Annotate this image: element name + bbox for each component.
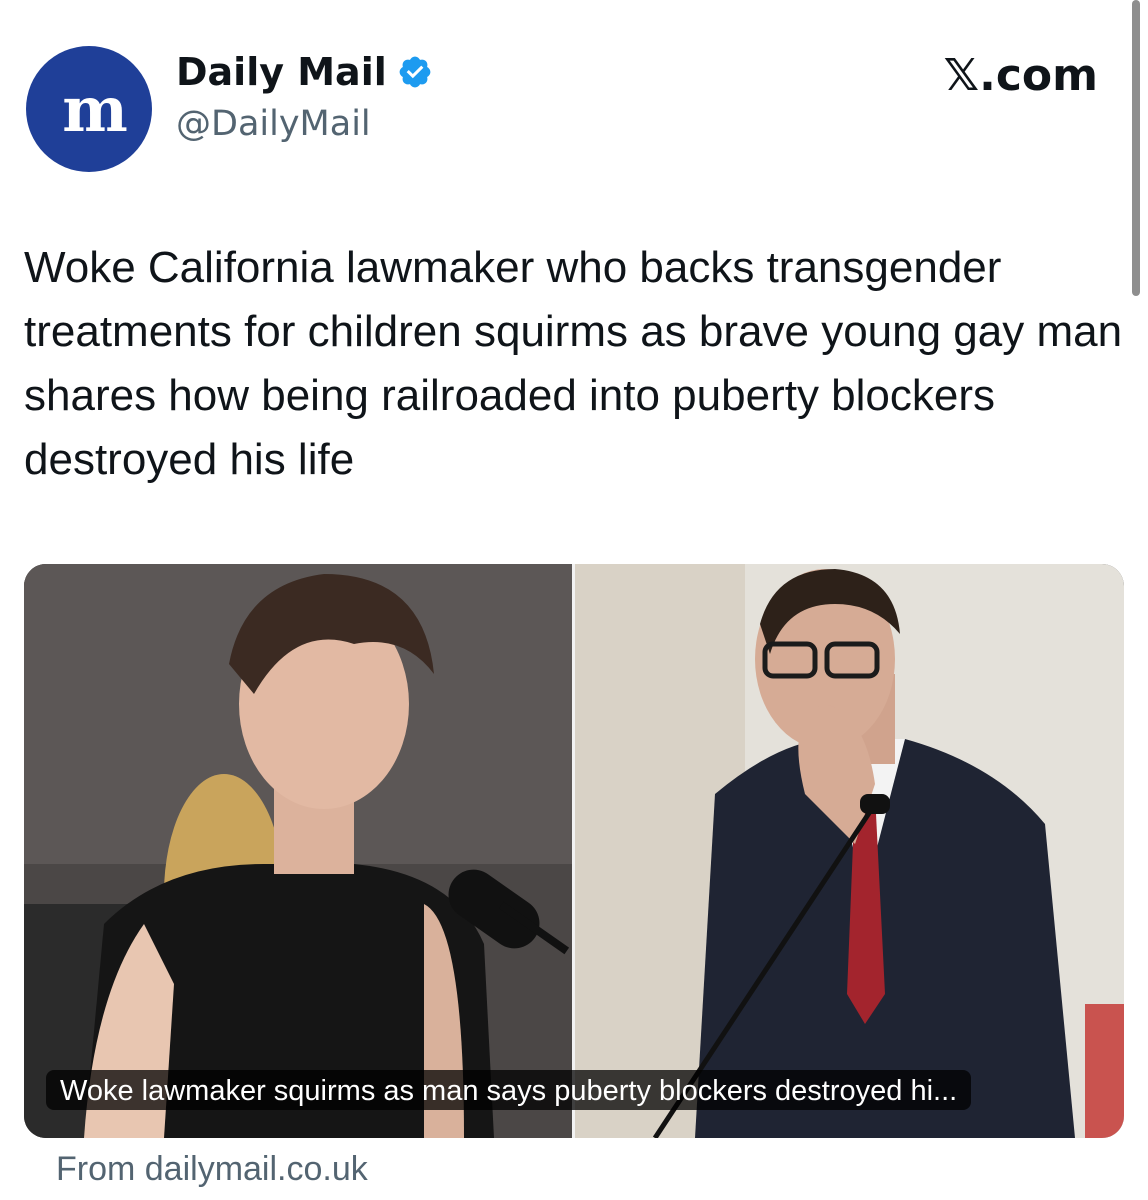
photo-young-man [24, 564, 572, 1138]
scrollbar[interactable] [1132, 0, 1140, 296]
verified-badge-icon [399, 56, 431, 88]
image-caption: Woke lawmaker squirms as man says pubert… [46, 1070, 972, 1110]
link-card-image[interactable]: Woke lawmaker squirms as man says pubert… [24, 564, 1124, 1138]
tweet-text: Woke California lawmaker who backs trans… [24, 243, 1123, 484]
link-source[interactable]: From dailymail.co.uk [56, 1150, 368, 1189]
avatar[interactable]: m [26, 46, 152, 172]
author-handle[interactable]: @DailyMail [176, 104, 371, 144]
site-label: 𝕏.com [943, 50, 1098, 101]
photo-lawmaker [575, 564, 1124, 1138]
author-name-row: Daily Mail [176, 50, 433, 94]
author-display-name[interactable]: Daily Mail [176, 50, 387, 94]
